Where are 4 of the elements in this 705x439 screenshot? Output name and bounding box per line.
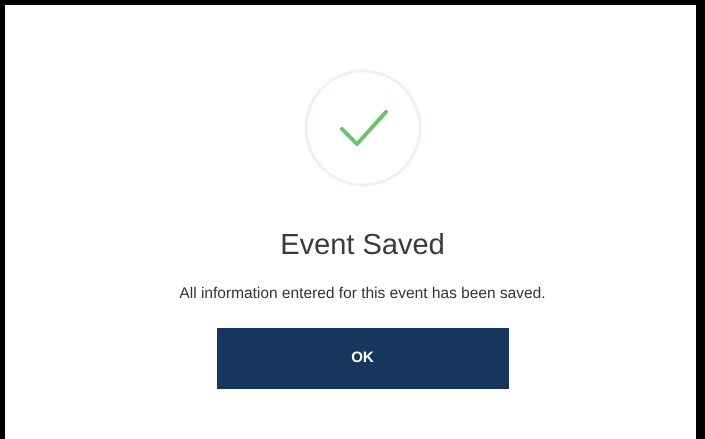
dialog-message: All information entered for this event has been saved.: [179, 284, 546, 304]
dialog-title: Event Saved: [280, 228, 445, 263]
ok-button[interactable]: OK: [216, 328, 508, 390]
check-icon: [304, 69, 422, 187]
